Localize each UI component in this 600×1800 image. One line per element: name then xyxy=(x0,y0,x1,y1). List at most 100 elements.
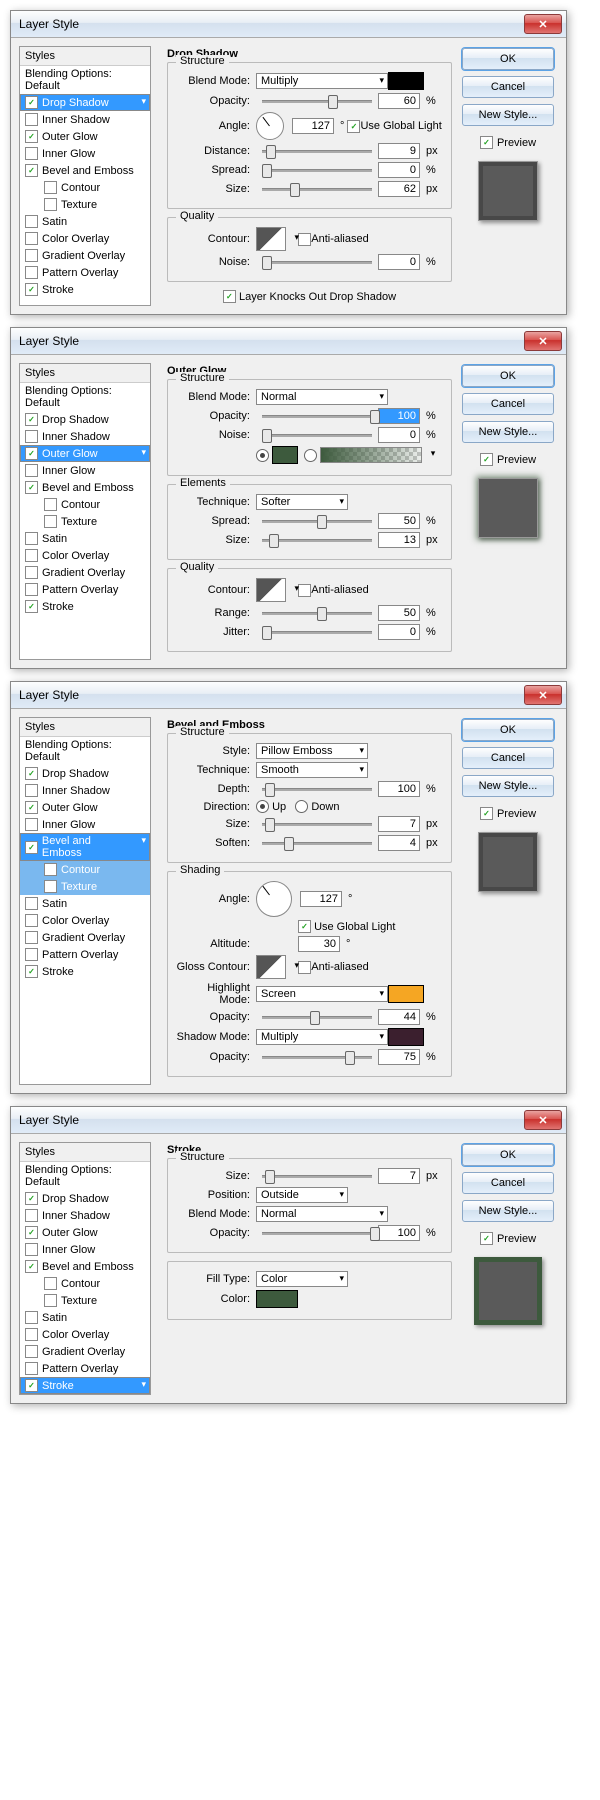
style-item-texture[interactable]: Texture xyxy=(20,878,150,895)
checkbox-icon[interactable] xyxy=(298,584,311,597)
stroke-color-swatch[interactable] xyxy=(256,1290,298,1308)
style-item-contour[interactable]: Contour xyxy=(20,496,150,513)
style-item-stroke[interactable]: Stroke xyxy=(20,963,150,980)
cancel-button[interactable]: Cancel xyxy=(462,76,554,98)
spread-input[interactable]: 50 xyxy=(378,513,420,529)
preview-toggle[interactable]: Preview xyxy=(480,807,536,820)
checkbox-icon[interactable] xyxy=(25,430,38,443)
style-item-satin[interactable]: Satin xyxy=(20,213,150,230)
checkbox-icon[interactable] xyxy=(25,1192,38,1205)
technique-select[interactable]: Smooth xyxy=(256,762,368,778)
title-bar[interactable]: Layer Style✕ xyxy=(11,682,566,709)
noise-input[interactable]: 0 xyxy=(378,427,420,443)
style-item-stroke[interactable]: Stroke xyxy=(20,1377,150,1394)
checkbox-icon[interactable] xyxy=(25,801,38,814)
checkbox-icon[interactable] xyxy=(25,549,38,562)
checkbox-icon[interactable] xyxy=(25,600,38,613)
checkbox-icon[interactable] xyxy=(25,1311,38,1324)
angle-input[interactable]: 127 xyxy=(300,891,342,907)
title-bar[interactable]: Layer Style✕ xyxy=(11,328,566,355)
slider[interactable] xyxy=(262,1226,372,1240)
checkbox-icon[interactable] xyxy=(298,920,311,933)
slider[interactable] xyxy=(262,409,372,423)
style-item-contour[interactable]: Contour xyxy=(20,861,150,878)
anti-aliased-label[interactable]: Anti-aliased xyxy=(311,584,368,596)
blending-options[interactable]: Blending Options: Default xyxy=(20,66,150,94)
style-item-bevel-and-emboss[interactable]: Bevel and Emboss xyxy=(20,479,150,496)
checkbox-icon[interactable] xyxy=(347,120,360,133)
opacity-input[interactable]: 60 xyxy=(378,93,420,109)
highlight-color-swatch[interactable] xyxy=(388,985,424,1003)
direction-up-radio[interactable] xyxy=(256,800,269,813)
style-item-outer-glow[interactable]: Outer Glow xyxy=(20,445,150,462)
checkbox-icon[interactable] xyxy=(25,113,38,126)
checkbox-icon[interactable] xyxy=(25,1345,38,1358)
slider[interactable] xyxy=(262,606,372,620)
style-item-gradient-overlay[interactable]: Gradient Overlay xyxy=(20,247,150,264)
checkbox-icon[interactable] xyxy=(25,914,38,927)
slider[interactable] xyxy=(262,817,372,831)
style-item-color-overlay[interactable]: Color Overlay xyxy=(20,912,150,929)
style-item-color-overlay[interactable]: Color Overlay xyxy=(20,1326,150,1343)
style-item-pattern-overlay[interactable]: Pattern Overlay xyxy=(20,1360,150,1377)
slider[interactable] xyxy=(262,533,372,547)
style-item-inner-glow[interactable]: Inner Glow xyxy=(20,462,150,479)
size-input[interactable]: 7 xyxy=(378,1168,420,1184)
cancel-button[interactable]: Cancel xyxy=(462,747,554,769)
ok-button[interactable]: OK xyxy=(462,719,554,741)
style-item-satin[interactable]: Satin xyxy=(20,895,150,912)
checkbox-icon[interactable] xyxy=(25,447,38,460)
style-item-color-overlay[interactable]: Color Overlay xyxy=(20,547,150,564)
technique-select[interactable]: Softer xyxy=(256,494,348,510)
cancel-button[interactable]: Cancel xyxy=(462,1172,554,1194)
blending-options[interactable]: Blending Options: Default xyxy=(20,383,150,411)
style-item-bevel-and-emboss[interactable]: Bevel and Emboss xyxy=(20,1258,150,1275)
slider[interactable] xyxy=(262,1169,372,1183)
checkbox-icon[interactable] xyxy=(25,1328,38,1341)
close-button[interactable]: ✕ xyxy=(524,331,562,351)
preview-toggle[interactable]: Preview xyxy=(480,136,536,149)
style-item-inner-shadow[interactable]: Inner Shadow xyxy=(20,111,150,128)
checkbox-icon[interactable] xyxy=(44,880,57,893)
checkbox-icon[interactable] xyxy=(25,96,38,109)
shadow-opacity-input[interactable]: 75 xyxy=(378,1049,420,1065)
style-item-drop-shadow[interactable]: Drop Shadow xyxy=(20,765,150,782)
title-bar[interactable]: Layer Style✕ xyxy=(11,1107,566,1134)
shadow-color-swatch[interactable] xyxy=(388,1028,424,1046)
checkbox-icon[interactable] xyxy=(25,931,38,944)
new-style-button[interactable]: New Style... xyxy=(462,104,554,126)
slider[interactable] xyxy=(262,836,372,850)
style-item-outer-glow[interactable]: Outer Glow xyxy=(20,128,150,145)
style-item-gradient-overlay[interactable]: Gradient Overlay xyxy=(20,1343,150,1360)
gloss-contour-picker[interactable] xyxy=(256,955,286,979)
altitude-input[interactable]: 30 xyxy=(298,936,340,952)
range-input[interactable]: 50 xyxy=(378,605,420,621)
checkbox-icon[interactable] xyxy=(25,532,38,545)
checkbox-icon[interactable] xyxy=(25,464,38,477)
size-input[interactable]: 62 xyxy=(378,181,420,197)
style-item-color-overlay[interactable]: Color Overlay xyxy=(20,230,150,247)
style-item-inner-shadow[interactable]: Inner Shadow xyxy=(20,782,150,799)
checkbox-icon[interactable] xyxy=(25,566,38,579)
close-button[interactable]: ✕ xyxy=(524,1110,562,1130)
checkbox-icon[interactable] xyxy=(25,784,38,797)
style-item-drop-shadow[interactable]: Drop Shadow xyxy=(20,94,150,111)
style-item-drop-shadow[interactable]: Drop Shadow xyxy=(20,1190,150,1207)
size-input[interactable]: 13 xyxy=(378,532,420,548)
style-item-inner-glow[interactable]: Inner Glow xyxy=(20,1241,150,1258)
checkbox-icon[interactable] xyxy=(480,136,493,149)
style-item-outer-glow[interactable]: Outer Glow xyxy=(20,799,150,816)
color-swatch[interactable] xyxy=(388,72,424,90)
style-item-satin[interactable]: Satin xyxy=(20,530,150,547)
cancel-button[interactable]: Cancel xyxy=(462,393,554,415)
style-item-inner-glow[interactable]: Inner Glow xyxy=(20,145,150,162)
jitter-input[interactable]: 0 xyxy=(378,624,420,640)
checkbox-icon[interactable] xyxy=(480,807,493,820)
blend-mode-select[interactable]: Normal xyxy=(256,389,388,405)
style-item-pattern-overlay[interactable]: Pattern Overlay xyxy=(20,946,150,963)
gradient-radio[interactable] xyxy=(304,449,317,462)
checkbox-icon[interactable] xyxy=(25,767,38,780)
style-item-texture[interactable]: Texture xyxy=(20,196,150,213)
new-style-button[interactable]: New Style... xyxy=(462,775,554,797)
slider[interactable] xyxy=(262,144,372,158)
